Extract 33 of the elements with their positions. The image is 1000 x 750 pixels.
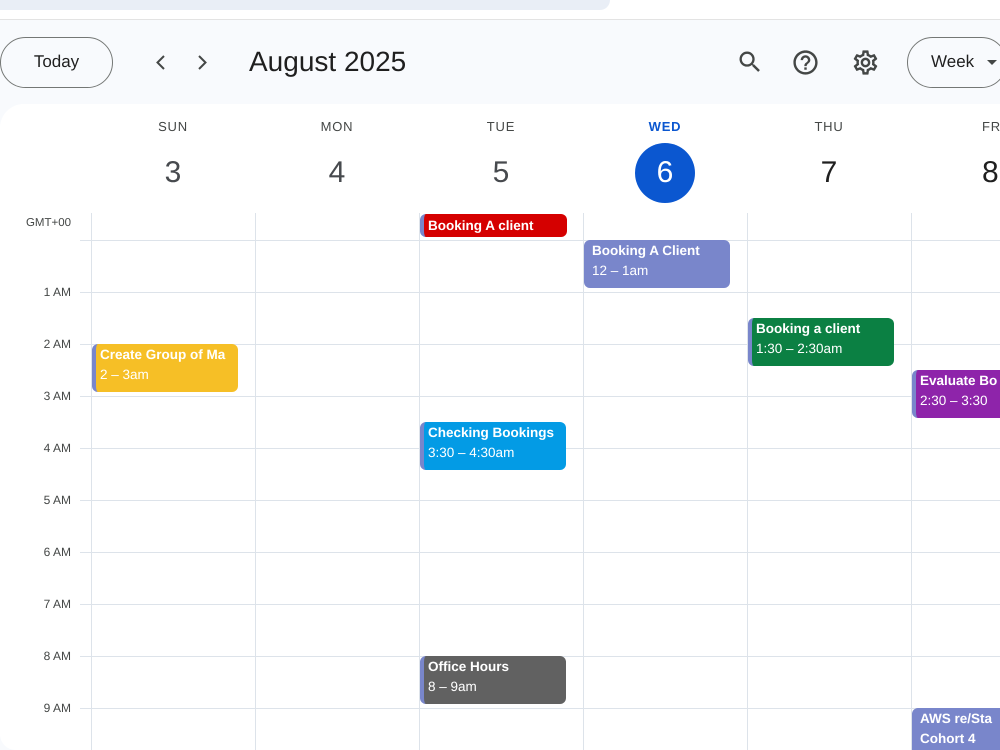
weekday-label: SUN bbox=[158, 119, 188, 135]
view-button[interactable]: Week bbox=[907, 36, 1000, 88]
weekday-label: FR bbox=[982, 119, 1000, 135]
all-day-event-chip[interactable]: Booking A client bbox=[420, 214, 567, 237]
event-chip[interactable]: Office Hours 8 – 9am bbox=[420, 656, 566, 704]
month-title: August 2025 bbox=[249, 46, 406, 78]
date-number[interactable]: 4 bbox=[307, 143, 367, 203]
date-number[interactable]: 5 bbox=[471, 143, 531, 203]
hour-label: 6 AM bbox=[44, 545, 71, 561]
today-button[interactable]: Today bbox=[0, 36, 113, 88]
hour-label: 1 AM bbox=[44, 285, 71, 301]
caret-icon bbox=[987, 60, 998, 64]
weekday-label: WED bbox=[648, 119, 682, 135]
date-number[interactable]: 6 bbox=[635, 143, 695, 203]
chevron-right-icon bbox=[198, 54, 206, 70]
help-icon bbox=[790, 48, 820, 76]
weekday-label: THU bbox=[814, 119, 844, 135]
weekday-label: MON bbox=[320, 119, 354, 135]
hour-label: 3 AM bbox=[44, 389, 71, 405]
timezone-label: GMT+00 bbox=[26, 216, 71, 230]
hour-label: 7 AM bbox=[44, 597, 71, 613]
date-number[interactable]: 8 bbox=[982, 143, 999, 203]
date-number[interactable]: 7 bbox=[799, 143, 859, 203]
event-chip[interactable]: Booking a client 1:30 – 2:30am bbox=[748, 318, 894, 366]
hour-label: 9 AM bbox=[44, 701, 71, 717]
hour-label: 2 AM bbox=[44, 337, 71, 353]
hour-label: 4 AM bbox=[44, 441, 71, 457]
weekday-label: TUE bbox=[486, 119, 516, 135]
chevron-left-icon bbox=[156, 54, 164, 70]
hour-label: 5 AM bbox=[44, 493, 71, 509]
hour-label: 8 AM bbox=[44, 649, 71, 665]
date-number[interactable]: 3 bbox=[143, 143, 203, 203]
event-chip[interactable]: Evaluate Bo 2:30 – 3:30 bbox=[912, 370, 1000, 418]
